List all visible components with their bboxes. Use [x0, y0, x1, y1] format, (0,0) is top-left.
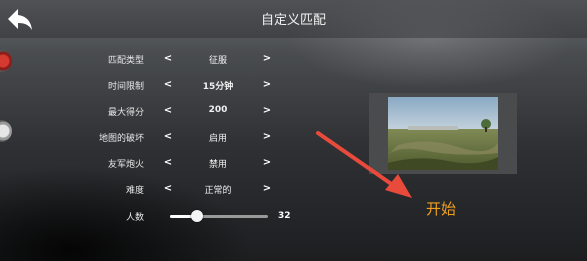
option-value: 200	[208, 105, 228, 115]
prev-option-button[interactable]: <	[162, 105, 174, 116]
player-count-slider[interactable]	[170, 215, 268, 218]
top-bar: 自定义匹配	[0, 0, 587, 38]
map-preview-image	[388, 97, 498, 170]
prev-option-button[interactable]: <	[162, 183, 174, 194]
option-value: 正常的	[204, 186, 232, 196]
prev-option-button[interactable]: <	[162, 131, 174, 142]
option-value: 15分钟	[202, 82, 234, 92]
option-label: 匹配类型	[107, 56, 144, 66]
next-option-button[interactable]: >	[261, 79, 273, 90]
option-label: 最大得分	[107, 108, 144, 118]
option-label: 难度	[125, 186, 144, 196]
player-count-value: 32	[278, 211, 291, 221]
next-option-button[interactable]: >	[261, 183, 273, 194]
prev-option-button[interactable]: <	[162, 53, 174, 64]
option-value: 征服	[208, 56, 227, 66]
option-label: 友军炮火	[107, 160, 144, 170]
start-button[interactable]: 开始	[426, 198, 456, 219]
prev-option-button[interactable]: <	[162, 79, 174, 90]
next-option-button[interactable]: >	[261, 157, 273, 168]
option-label: 地图的破坏	[98, 134, 144, 144]
next-option-button[interactable]: >	[261, 53, 273, 64]
option-label: 人数	[125, 213, 144, 223]
option-value: 启用	[208, 134, 227, 144]
prev-option-button[interactable]: <	[162, 157, 174, 168]
option-value: 禁用	[208, 160, 227, 170]
page-title: 自定义匹配	[260, 13, 326, 28]
next-option-button[interactable]: >	[261, 131, 273, 142]
next-option-button[interactable]: >	[261, 105, 273, 116]
option-label: 时间限制	[107, 82, 144, 92]
